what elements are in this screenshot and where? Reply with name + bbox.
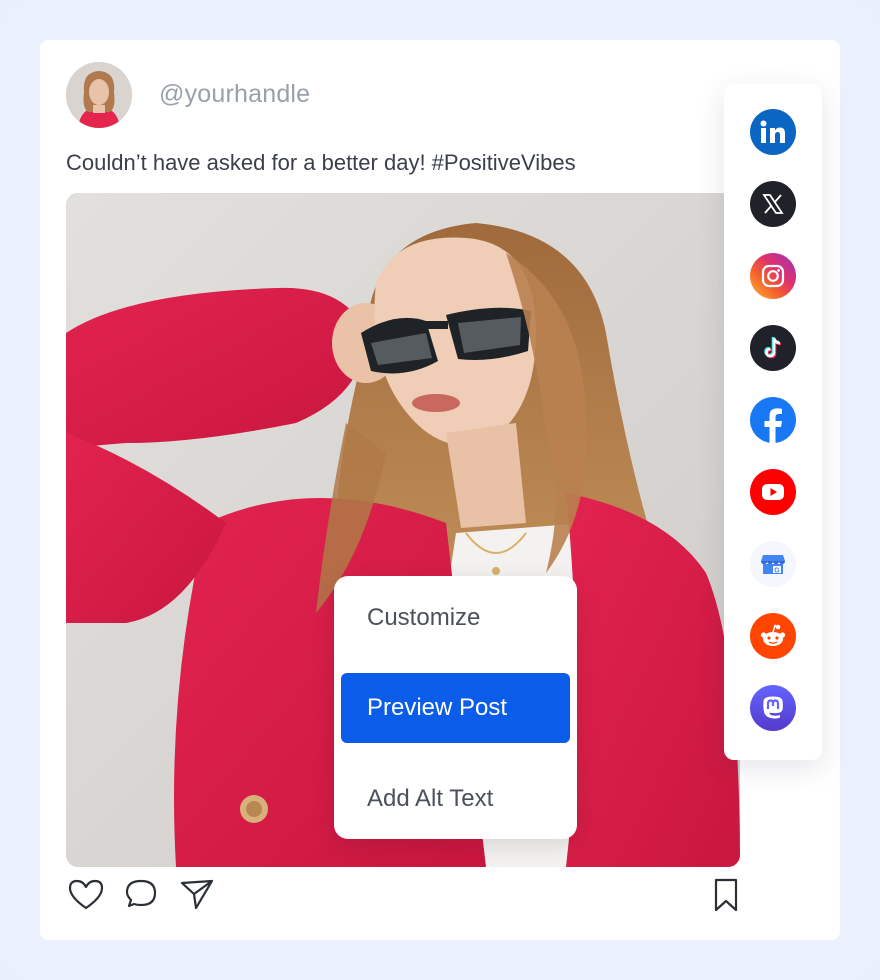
instagram-icon[interactable] [750,253,796,299]
preview-post-menu-item[interactable]: Preview Post [341,673,570,743]
avatar[interactable] [66,62,132,128]
mastodon-icon[interactable] [750,685,796,731]
facebook-icon[interactable] [750,397,796,443]
youtube-icon[interactable] [750,469,796,515]
add-alt-text-menu-item[interactable]: Add Alt Text [341,764,570,834]
heart-icon[interactable] [66,875,106,915]
google-business-icon[interactable]: G [750,541,796,587]
bookmark-icon[interactable] [706,875,746,915]
share-icon[interactable] [178,875,218,915]
x-icon[interactable] [750,181,796,227]
avatar-image [66,62,132,128]
post-options-menu: Customize Preview Post Add Alt Text [334,576,577,839]
reddit-icon[interactable] [750,613,796,659]
post-caption: Couldn’t have asked for a better day! #P… [66,150,576,175]
user-handle[interactable]: @yourhandle [159,80,310,109]
customize-menu-item[interactable]: Customize [341,583,570,653]
tiktok-icon[interactable] [750,325,796,371]
comment-icon[interactable] [122,875,162,915]
linkedin-icon[interactable] [750,109,796,155]
social-platform-panel: G [724,84,822,760]
post-actions-bar [66,875,746,915]
svg-text:G: G [774,568,780,575]
